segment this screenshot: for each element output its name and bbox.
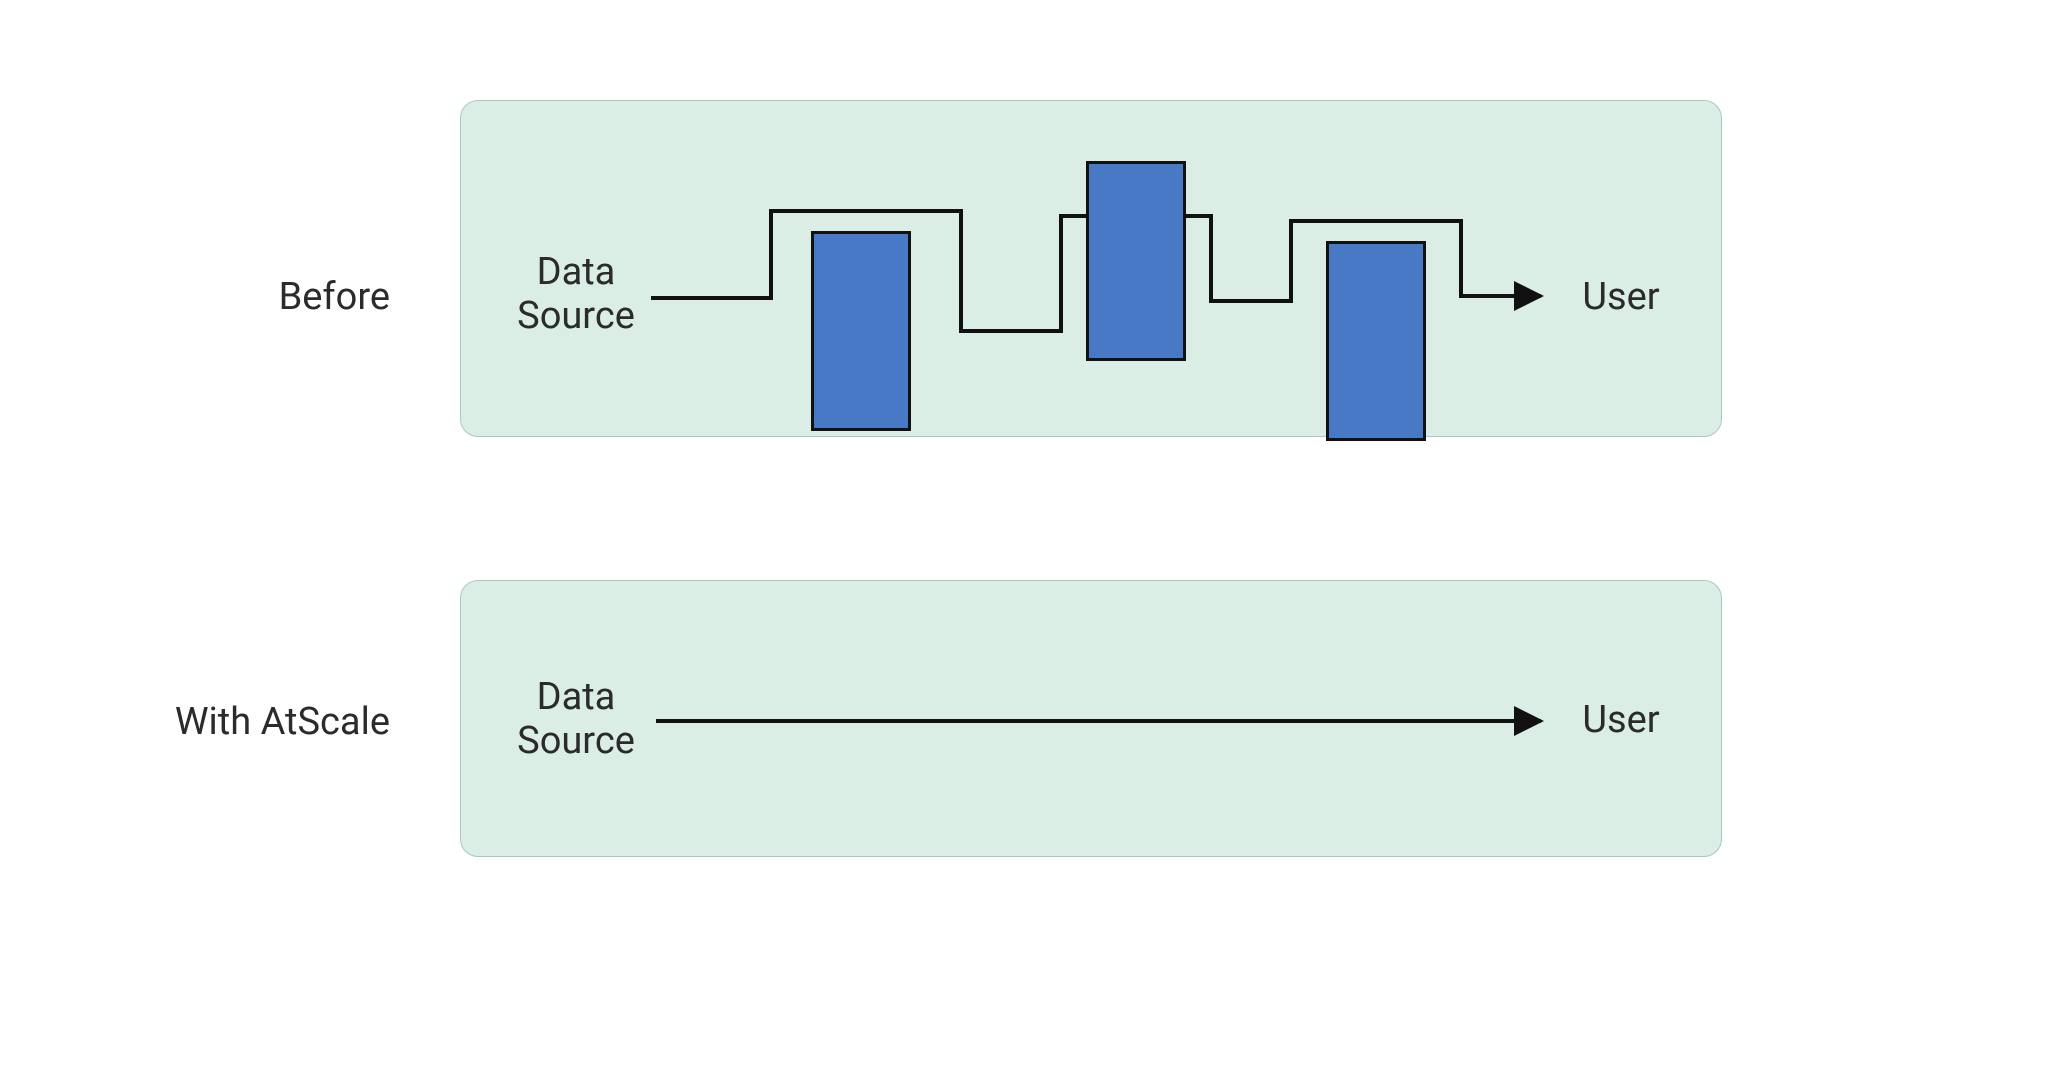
before-block-3 bbox=[1326, 241, 1426, 441]
row-label-with-atscale: With AtScale bbox=[125, 700, 390, 744]
panel-with-atscale: Data Source User bbox=[460, 580, 1722, 857]
diagram-canvas: Before Data Source User With AtScale Dat… bbox=[0, 0, 2048, 1072]
before-block-1 bbox=[811, 231, 911, 431]
before-block-2 bbox=[1086, 161, 1186, 361]
with-atscale-flow-path bbox=[461, 581, 1721, 856]
panel-before: Data Source User bbox=[460, 100, 1722, 437]
row-label-before: Before bbox=[160, 275, 390, 319]
